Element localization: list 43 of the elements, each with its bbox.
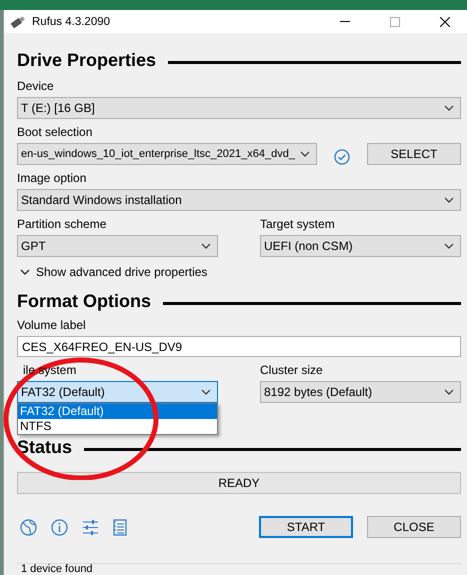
globe-icon[interactable]: [20, 518, 37, 536]
status-text: 1 device found: [21, 564, 93, 575]
field-label: Device: [17, 79, 54, 94]
dropdown[interactable]: T (E:) [16 GB]: [17, 97, 461, 119]
window-title: Rufus 4.3.2090: [32, 16, 112, 28]
chevron-down-icon: [444, 389, 454, 395]
dropdown[interactable]: en-us_windows_10_iot_enterprise_ltsc_2021_x64_dvd_: [17, 143, 317, 165]
dropdown[interactable]: FAT32 (Default): [17, 381, 218, 403]
close-button[interactable]: CLOSE: [367, 516, 461, 538]
section-heading: Status: [17, 437, 72, 458]
chevron-down-icon: [201, 389, 211, 395]
chevron-down-icon: [444, 243, 454, 249]
progress-text: READY: [218, 476, 260, 490]
maximize-icon[interactable]: [390, 16, 400, 26]
field-label: Volume label: [17, 318, 86, 333]
field-label: Target system: [260, 217, 335, 232]
dropdown-option[interactable]: FAT32 (Default): [18, 404, 217, 419]
section-heading: Format Options: [17, 291, 151, 312]
info-icon[interactable]: [51, 518, 68, 536]
chevron-down-icon: [444, 197, 454, 203]
usb-drive-icon: [10, 14, 26, 28]
dropdown[interactable]: UEFI (non CSM): [260, 235, 461, 257]
dropdown[interactable]: Standard Windows installation: [17, 189, 461, 211]
chevron-down-icon[interactable]: [20, 269, 30, 275]
start-button[interactable]: START: [259, 516, 353, 538]
settings-icon[interactable]: [82, 520, 99, 534]
log-icon[interactable]: [113, 518, 127, 536]
advanced-toggle[interactable]: Show advanced drive properties: [36, 265, 208, 279]
field-label: Cluster size: [260, 363, 323, 378]
section-heading: Drive Properties: [17, 50, 156, 71]
dropdown[interactable]: GPT: [17, 235, 218, 257]
field-label: Image option: [17, 171, 86, 186]
chevron-down-icon: [201, 243, 211, 249]
field-label: Boot selection: [17, 125, 92, 140]
chevron-down-icon: [300, 151, 310, 157]
input-field[interactable]: CES_X64FREO_EN-US_DV9: [17, 336, 461, 357]
dropdown-option[interactable]: NTFS: [18, 419, 217, 434]
close-icon[interactable]: [440, 16, 450, 26]
dropdown[interactable]: 8192 bytes (Default): [260, 381, 461, 403]
field-label: Partition scheme: [17, 217, 106, 232]
chevron-down-icon: [444, 105, 454, 111]
select-button[interactable]: SELECT: [367, 143, 461, 165]
minimize-icon[interactable]: [340, 20, 350, 22]
